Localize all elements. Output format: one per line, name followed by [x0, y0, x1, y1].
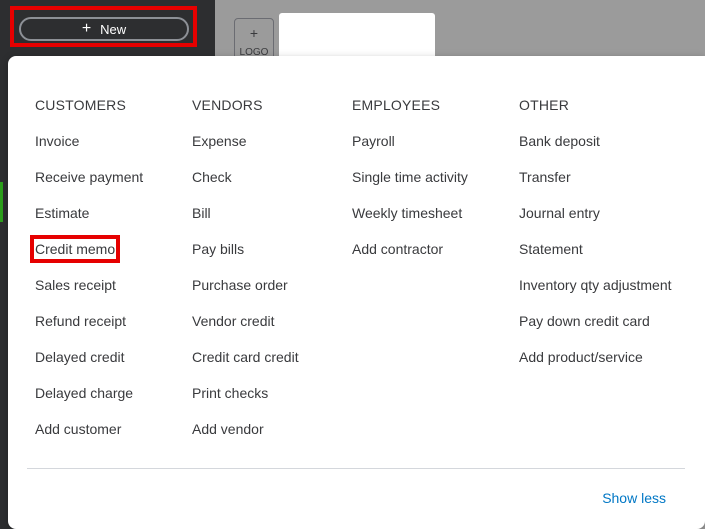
menu-item-vendor-credit[interactable]: Vendor credit	[192, 312, 299, 348]
menu-item-single-time-activity[interactable]: Single time activity	[352, 168, 468, 204]
menu-item-weekly-timesheet[interactable]: Weekly timesheet	[352, 204, 468, 240]
menu-item-delayed-credit[interactable]: Delayed credit	[35, 348, 143, 384]
menu-item-purchase-order[interactable]: Purchase order	[192, 276, 299, 312]
new-button[interactable]: + New	[19, 17, 189, 41]
menu-item-bank-deposit[interactable]: Bank deposit	[519, 132, 672, 168]
menu-item-print-checks[interactable]: Print checks	[192, 384, 299, 420]
menu-item-statement[interactable]: Statement	[519, 240, 672, 276]
column-header: VENDORS	[192, 97, 263, 113]
plus-icon: +	[249, 25, 259, 41]
menu-item-pay-down-credit-card[interactable]: Pay down credit card	[519, 312, 672, 348]
column-employees: EMPLOYEES Payroll Single time activity W…	[352, 96, 468, 276]
show-less-link[interactable]: Show less	[602, 490, 666, 506]
menu-item-check[interactable]: Check	[192, 168, 299, 204]
column-header: OTHER	[519, 97, 569, 113]
menu-item-payroll[interactable]: Payroll	[352, 132, 468, 168]
menu-item-credit-card-credit[interactable]: Credit card credit	[192, 348, 299, 384]
menu-item-inventory-qty-adjustment[interactable]: Inventory qty adjustment	[519, 276, 672, 312]
menu-item-transfer[interactable]: Transfer	[519, 168, 672, 204]
menu-item-sales-receipt[interactable]: Sales receipt	[35, 276, 143, 312]
plus-icon: +	[81, 20, 92, 37]
menu-item-expense[interactable]: Expense	[192, 132, 299, 168]
menu-item-credit-memo[interactable]: Credit memo	[29, 235, 143, 276]
menu-item-add-vendor[interactable]: Add vendor	[192, 420, 299, 456]
new-menu-panel: CUSTOMERS Invoice Receive payment Estima…	[8, 56, 705, 529]
column-vendors: VENDORS Expense Check Bill Pay bills Pur…	[192, 96, 299, 456]
menu-item-delayed-charge[interactable]: Delayed charge	[35, 384, 143, 420]
menu-item-add-customer[interactable]: Add customer	[35, 420, 143, 456]
column-header: CUSTOMERS	[35, 97, 126, 113]
column-other: OTHER Bank deposit Transfer Journal entr…	[519, 96, 672, 384]
menu-item-add-product-service[interactable]: Add product/service	[519, 348, 672, 384]
menu-item-refund-receipt[interactable]: Refund receipt	[35, 312, 143, 348]
nav-active-indicator	[0, 182, 3, 222]
menu-item-pay-bills[interactable]: Pay bills	[192, 240, 299, 276]
menu-item-journal-entry[interactable]: Journal entry	[519, 204, 672, 240]
new-button-label: New	[100, 21, 127, 37]
menu-item-estimate[interactable]: Estimate	[35, 204, 143, 240]
menu-item-bill[interactable]: Bill	[192, 204, 299, 240]
column-customers: CUSTOMERS Invoice Receive payment Estima…	[29, 96, 143, 456]
menu-item-invoice[interactable]: Invoice	[35, 132, 143, 168]
menu-divider	[27, 468, 685, 469]
column-header: EMPLOYEES	[352, 97, 441, 113]
menu-item-receive-payment[interactable]: Receive payment	[35, 168, 143, 204]
menu-item-add-contractor[interactable]: Add contractor	[352, 240, 468, 276]
